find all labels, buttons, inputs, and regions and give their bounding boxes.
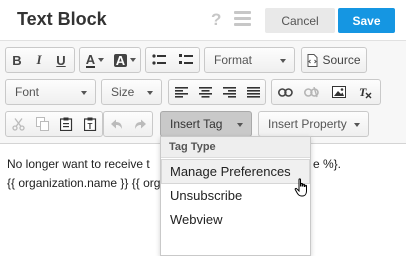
text-color-button[interactable]: A (80, 48, 110, 72)
bg-color-icon: A (113, 52, 128, 68)
numbered-list-icon[interactable] (173, 48, 200, 72)
underline-button[interactable]: U (50, 48, 72, 72)
chevron-down-icon (354, 123, 360, 127)
clipboard-group: T (5, 111, 103, 137)
menu-icon[interactable] (234, 11, 251, 27)
content-line-2: {{ organization.name }} {{ org (7, 176, 161, 190)
bulleted-list-icon[interactable] (146, 48, 173, 72)
alignment-group (168, 79, 266, 105)
insert-tag-dropdown[interactable]: Insert Tag (160, 111, 252, 137)
font-dropdown[interactable]: Font (5, 79, 96, 105)
paste-icon[interactable] (54, 112, 78, 136)
bold-button[interactable]: B (6, 48, 28, 72)
list-group (145, 47, 200, 73)
help-icon[interactable]: ? (211, 10, 221, 30)
align-right-icon[interactable] (217, 80, 241, 104)
size-label: Size (111, 85, 135, 99)
cancel-button[interactable]: Cancel (265, 8, 335, 33)
menu-item-webview[interactable]: Webview (162, 208, 309, 231)
undo-icon[interactable] (104, 112, 128, 136)
insert-tag-label: Insert Tag (170, 117, 223, 131)
chevron-down-icon (147, 91, 153, 95)
dialog-title: Text Block (17, 9, 107, 29)
color-group: A A (79, 47, 141, 73)
content-line-1: No longer want to receive t (7, 157, 150, 171)
size-dropdown[interactable]: Size (101, 79, 162, 105)
format-dropdown[interactable]: Format (204, 47, 295, 73)
bg-color-button[interactable]: A (110, 48, 140, 72)
insert-property-label: Insert Property (268, 117, 347, 131)
source-icon (307, 53, 318, 67)
redo-icon[interactable] (128, 112, 152, 136)
unlink-icon[interactable] (298, 80, 325, 104)
text-color-icon: A (85, 51, 96, 68)
source-button[interactable]: Source (302, 48, 366, 72)
italic-button[interactable]: I (28, 48, 50, 72)
insert-group: T (271, 79, 381, 105)
insert-property-dropdown[interactable]: Insert Property (258, 111, 369, 137)
chevron-down-icon (280, 59, 286, 63)
align-left-icon[interactable] (169, 80, 193, 104)
basic-style-group: B I U (5, 47, 75, 73)
menu-header: Tag Type (161, 137, 310, 158)
chevron-down-icon (237, 123, 243, 127)
cut-icon[interactable] (6, 112, 30, 136)
image-icon[interactable] (325, 80, 352, 104)
format-label: Format (214, 53, 253, 67)
dialog-header: Text Block ? Cancel Save (0, 0, 406, 40)
chevron-down-icon (81, 91, 87, 95)
link-icon[interactable] (272, 80, 298, 104)
paste-text-icon[interactable]: T (78, 112, 102, 136)
align-justify-icon[interactable] (241, 80, 265, 104)
copy-icon[interactable] (30, 112, 54, 136)
clear-format-icon[interactable]: T (352, 80, 379, 104)
menu-item-unsubscribe[interactable]: Unsubscribe (162, 184, 309, 207)
hand-cursor-icon (294, 178, 310, 202)
font-label: Font (15, 85, 40, 99)
editor-toolbar: B I U A A Format Source Font Size T T In… (0, 40, 406, 144)
menu-item-manage-preferences[interactable]: Manage Preferences (161, 159, 310, 184)
content-line-1-end: e %}. (313, 157, 342, 171)
align-center-icon[interactable] (193, 80, 217, 104)
save-button[interactable]: Save (338, 8, 395, 33)
svg-text:T: T (359, 86, 367, 99)
svg-text:T: T (87, 122, 92, 131)
source-group: Source (301, 47, 367, 73)
source-label: Source (322, 53, 361, 67)
history-group (103, 111, 153, 137)
tag-type-menu: Tag Type Manage Preferences Unsubscribe … (160, 136, 311, 256)
